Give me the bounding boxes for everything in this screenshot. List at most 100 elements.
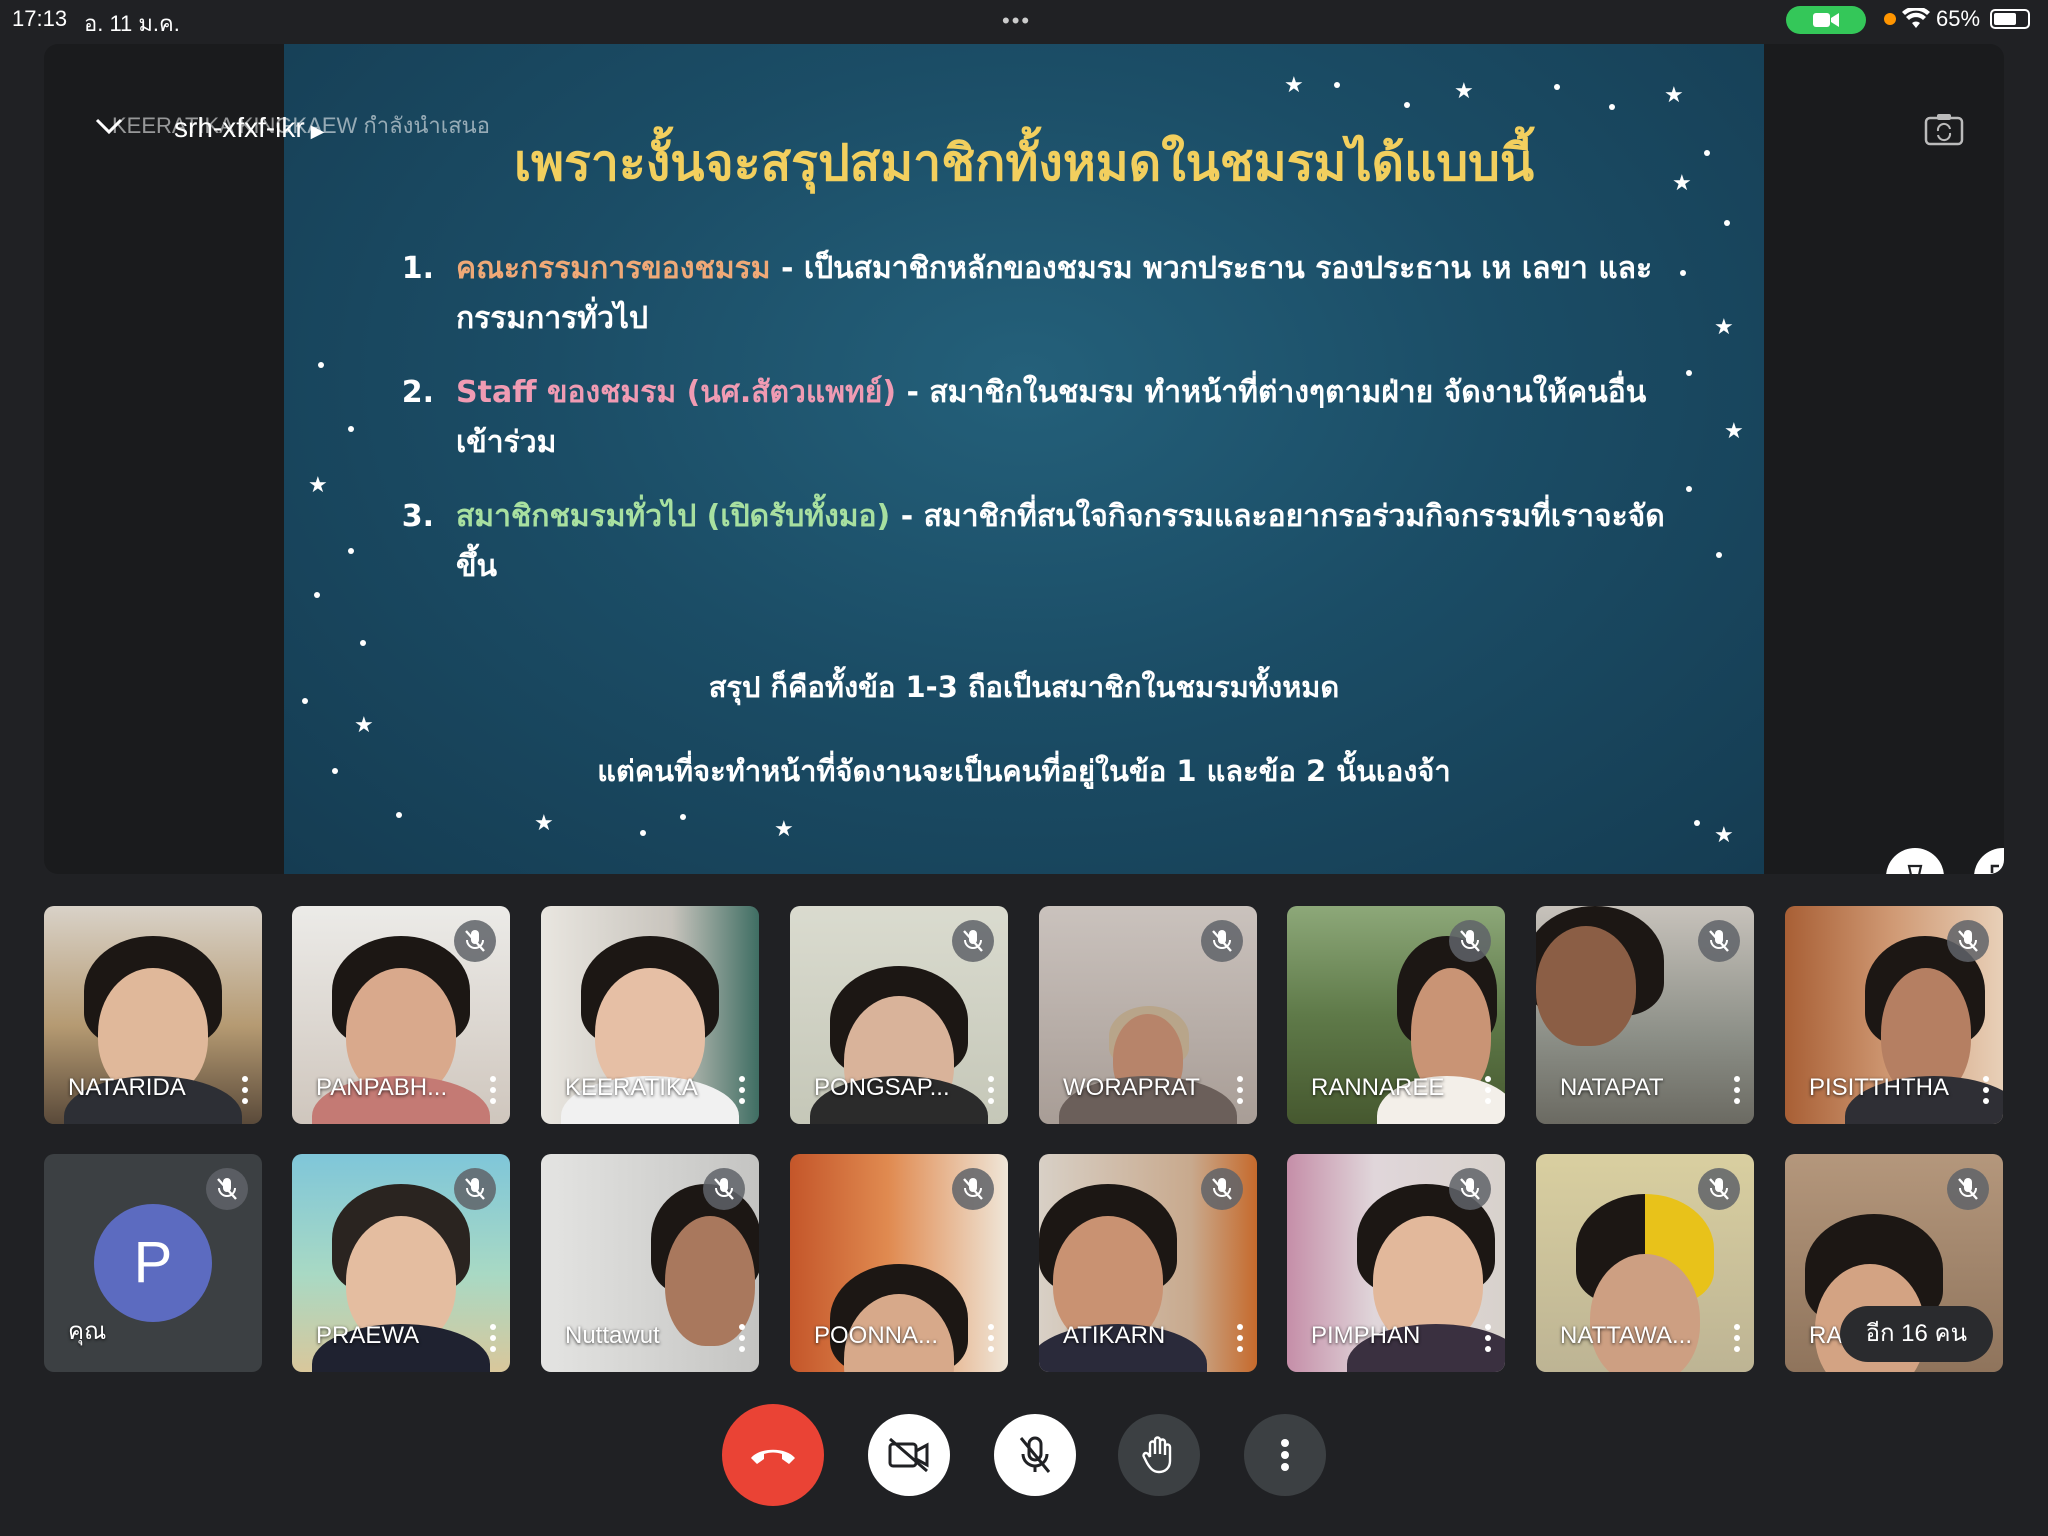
battery-icon — [1990, 9, 2030, 29]
fullscreen-icon — [1990, 864, 1999, 873]
participant-tile[interactable]: NATTAWA... — [1536, 1154, 1754, 1372]
mic-off-icon — [952, 1168, 994, 1210]
star-icon: ★ — [1714, 314, 1734, 339]
participant-name: PISITTHTHA — [1809, 1074, 1950, 1101]
hand-icon — [1142, 1436, 1172, 1474]
meeting-code-text: srh-xfxf-ikr — [174, 112, 305, 143]
more-vert-icon[interactable] — [1983, 1076, 1989, 1104]
item-number: 2. — [401, 375, 434, 410]
participant-name: POONNA... — [814, 1322, 939, 1349]
slide-list: 1. คณะกรรมการของชมรม - เป็นสมาชิกหลักของ… — [384, 244, 1674, 616]
end-call-button[interactable] — [722, 1404, 824, 1506]
switch-camera-icon[interactable] — [1924, 112, 1964, 151]
more-vert-icon[interactable] — [490, 1076, 496, 1104]
participant-name: WORAPRAT — [1063, 1074, 1200, 1101]
more-vert-icon[interactable] — [490, 1324, 496, 1352]
participant-tile[interactable]: WORAPRAT — [1039, 906, 1257, 1124]
participant-tile[interactable]: RAK อีก 16 คน — [1785, 1154, 2003, 1372]
battery-percent: 65% — [1936, 6, 1981, 31]
avatar: P — [94, 1204, 212, 1322]
slide-list-item: 1. คณะกรรมการของชมรม - เป็นสมาชิกหลักของ… — [384, 244, 1674, 344]
participant-tile[interactable]: ATIKARN — [1039, 1154, 1257, 1372]
star-icon: ★ — [1714, 822, 1734, 847]
more-vert-icon[interactable] — [1485, 1076, 1491, 1104]
mic-off-icon — [1947, 1168, 1989, 1210]
participant-tile[interactable]: NATAPAT — [1536, 906, 1754, 1124]
mic-off-icon — [1201, 1168, 1243, 1210]
mic-off-icon — [1449, 920, 1491, 962]
more-vert-icon[interactable] — [739, 1076, 745, 1104]
mic-toggle-button[interactable] — [994, 1414, 1076, 1496]
mic-off-icon — [1947, 920, 1989, 962]
mic-off-icon — [206, 1168, 248, 1210]
mic-off-icon — [952, 920, 994, 962]
recording-dot-icon — [1884, 13, 1896, 25]
more-vert-icon[interactable] — [1734, 1324, 1740, 1352]
more-vert-icon[interactable] — [1237, 1324, 1243, 1352]
more-vert-icon[interactable] — [739, 1324, 745, 1352]
more-vert-icon[interactable] — [1734, 1076, 1740, 1104]
participant-name: KEERATIKA — [565, 1074, 698, 1101]
mic-off-icon — [1019, 1436, 1051, 1473]
participant-tile[interactable]: PRAEWA — [292, 1154, 510, 1372]
item-heading: Staff ของชมรม (นศ.สัตวแพทย์) — [456, 375, 897, 410]
star-icon: ★ — [354, 712, 374, 737]
slide-summary: สรุป ก็คือทั้งข้อ 1-3 ถือเป็นสมาชิกในชมร… — [708, 670, 1340, 704]
more-vert-icon[interactable] — [1485, 1324, 1491, 1352]
more-vert-icon — [1281, 1439, 1289, 1471]
participant-name: PANPABH... — [316, 1074, 448, 1101]
participant-name: PIMPHAN — [1311, 1322, 1421, 1349]
chevron-down-icon[interactable] — [94, 116, 124, 141]
camera-toggle-button[interactable] — [868, 1414, 950, 1496]
participant-tile[interactable]: PANPABH... — [292, 906, 510, 1124]
more-options-button[interactable] — [1244, 1414, 1326, 1496]
mic-off-icon — [1201, 920, 1243, 962]
item-heading: คณะกรรมการของชมรม — [456, 251, 771, 286]
star-icon: ★ — [1664, 82, 1684, 107]
participant-name: RANNAREE — [1311, 1074, 1445, 1101]
item-number: 1. — [401, 251, 434, 286]
multitasking-dots-icon[interactable]: ••• — [1002, 8, 1031, 34]
slide-list-item: 3. สมาชิกชมรมทั่วไป (เปิดรับทั้งมอ) - สม… — [384, 492, 1674, 592]
raise-hand-button[interactable] — [1118, 1414, 1200, 1496]
mic-off-icon — [454, 1168, 496, 1210]
participant-tile[interactable]: PONGSAP... — [790, 906, 1008, 1124]
participant-tile[interactable]: RANNAREE — [1287, 906, 1505, 1124]
participant-name: NATAPAT — [1560, 1074, 1664, 1101]
more-participants-pill[interactable]: อีก 16 คน — [1839, 1306, 1993, 1362]
wifi-icon — [1902, 6, 1930, 35]
participant-tile[interactable]: PIMPHAN — [1287, 1154, 1505, 1372]
slide-list-item: 2. Staff ของชมรม (นศ.สัตวแพทย์) - สมาชิก… — [384, 368, 1674, 468]
star-icon: ★ — [1454, 78, 1474, 103]
mic-off-icon — [1698, 1168, 1740, 1210]
item-number: 3. — [401, 499, 434, 534]
self-tile[interactable]: P คุณ — [44, 1154, 262, 1372]
participant-name: PRAEWA — [316, 1322, 420, 1349]
pin-button[interactable] — [1886, 848, 1944, 874]
video-off-icon — [888, 1437, 929, 1473]
star-icon: ★ — [1724, 418, 1744, 443]
participant-tile[interactable]: NATARIDA — [44, 906, 262, 1124]
more-vert-icon[interactable] — [1237, 1076, 1243, 1104]
mic-off-icon — [1698, 920, 1740, 962]
star-icon: ★ — [774, 816, 794, 841]
participant-tile[interactable]: PISITTHTHA — [1785, 906, 2003, 1124]
participant-name: NATTAWA... — [1560, 1322, 1692, 1349]
participant-name: คุณ — [68, 1318, 107, 1345]
more-vert-icon[interactable] — [988, 1324, 994, 1352]
participant-tile[interactable]: KEERATIKA — [541, 906, 759, 1124]
participant-name: Nuttawut — [565, 1322, 660, 1349]
participant-tile[interactable]: POONNA... — [790, 1154, 1008, 1372]
more-vert-icon[interactable] — [988, 1076, 994, 1104]
more-vert-icon[interactable] — [242, 1076, 248, 1104]
status-bar: 17:13 อ. 11 ม.ค. ••• 65% — [0, 0, 2048, 40]
status-time: 17:13 — [12, 6, 68, 31]
meeting-code[interactable]: srh-xfxf-ikr ▶ — [174, 112, 325, 144]
fullscreen-button[interactable] — [1974, 848, 2004, 874]
item-heading: สมาชิกชมรมทั่วไป (เปิดรับทั้งมอ) — [456, 499, 891, 534]
participant-name: ATIKARN — [1063, 1322, 1166, 1349]
participant-name: NATARIDA — [68, 1074, 186, 1101]
participant-tile[interactable]: Nuttawut — [541, 1154, 759, 1372]
phone-hangup-icon — [751, 1449, 795, 1464]
presentation-stage[interactable]: ★ ★ ★ ★ ★ ★ ★ ★ ★ ★ ★ เพราะงั้นจะสรุปสมา… — [44, 44, 2004, 874]
